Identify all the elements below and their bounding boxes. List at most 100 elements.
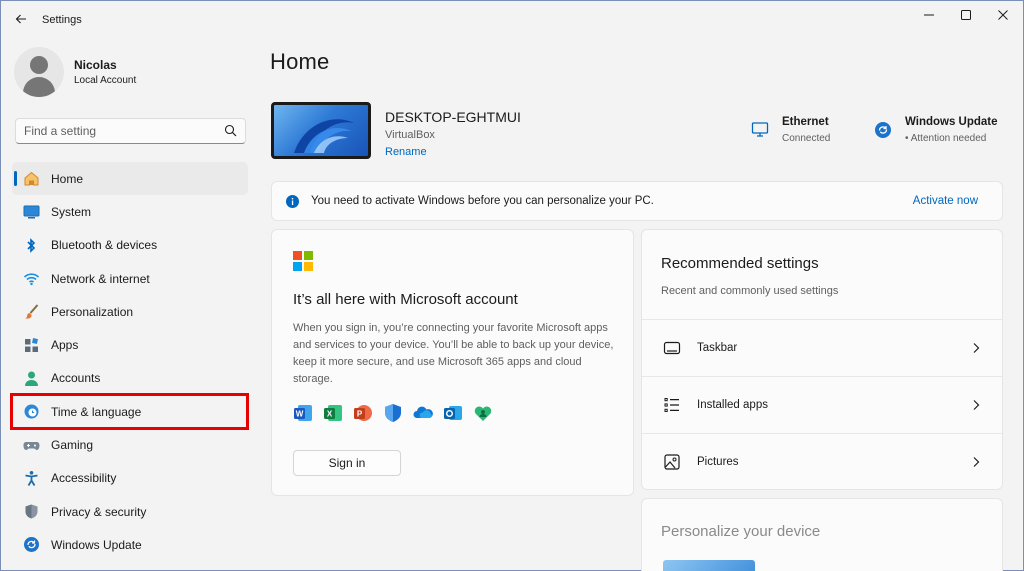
ms-account-title: It’s all here with Microsoft account bbox=[293, 291, 518, 308]
brush-icon bbox=[22, 303, 40, 321]
microsoft-account-card: It’s all here with Microsoft account Whe… bbox=[271, 229, 634, 496]
list-icon bbox=[664, 398, 679, 413]
personalize-title: Personalize your device bbox=[661, 523, 821, 540]
sidebar-item-personalization[interactable]: Personalization bbox=[12, 295, 248, 328]
sidebar-item-label: Bluetooth & devices bbox=[51, 238, 158, 253]
avatar bbox=[14, 47, 64, 97]
wallpaper-thumbnail[interactable] bbox=[663, 560, 755, 571]
chevron-right-icon bbox=[973, 457, 980, 467]
chevron-right-icon bbox=[973, 400, 980, 410]
windows-update-state: • Attention needed bbox=[905, 133, 987, 144]
info-icon bbox=[286, 195, 299, 211]
minimize-button[interactable] bbox=[913, 4, 945, 26]
sidebar-item-apps[interactable]: Apps bbox=[12, 328, 248, 361]
activate-now-link[interactable]: Activate now bbox=[913, 195, 978, 207]
activation-banner: You need to activate Windows before you … bbox=[271, 181, 1003, 221]
close-icon bbox=[998, 10, 1008, 20]
recommended-item-label: Installed apps bbox=[697, 399, 768, 411]
word-icon: W bbox=[294, 405, 312, 421]
recommended-settings-card: Recommended settings Recent and commonly… bbox=[641, 229, 1003, 490]
windows-update-title: Windows Update bbox=[905, 116, 998, 128]
recommended-item-taskbar[interactable]: Taskbar bbox=[642, 319, 1002, 376]
sidebar-item-privacy[interactable]: Privacy & security bbox=[12, 495, 248, 528]
chevron-right-icon bbox=[973, 343, 980, 353]
user-profile[interactable]: Nicolas Local Account bbox=[14, 47, 136, 97]
recommended-item-pictures[interactable]: Pictures bbox=[642, 433, 1002, 490]
home-icon bbox=[22, 170, 40, 188]
sidebar-item-network[interactable]: Network & internet bbox=[12, 262, 248, 295]
search-icon[interactable] bbox=[224, 124, 237, 140]
maximize-icon bbox=[961, 10, 971, 20]
profile-account-type: Local Account bbox=[74, 75, 137, 86]
device-name: DESKTOP-EGHTMUI bbox=[385, 109, 521, 125]
sidebar-item-label: Apps bbox=[51, 338, 79, 353]
sidebar-item-gaming[interactable]: Gaming bbox=[12, 428, 248, 461]
rename-link[interactable]: Rename bbox=[385, 146, 427, 158]
maximize-button[interactable] bbox=[950, 4, 982, 26]
recommended-title: Recommended settings bbox=[661, 255, 819, 272]
sidebar-item-label: Home bbox=[51, 171, 84, 186]
sidebar-item-label: Privacy & security bbox=[51, 504, 147, 519]
defender-icon bbox=[385, 404, 401, 422]
ethernet-icon bbox=[751, 121, 769, 142]
update-icon bbox=[874, 121, 892, 142]
device-model: VirtualBox bbox=[385, 129, 435, 141]
sidebar-item-system[interactable]: System bbox=[12, 195, 248, 228]
taskbar-icon bbox=[663, 341, 681, 355]
sidebar-item-accounts[interactable]: Accounts bbox=[12, 362, 248, 395]
sidebar-item-label: Time & language bbox=[51, 404, 142, 419]
profile-name: Nicolas bbox=[74, 58, 117, 72]
accessibility-icon bbox=[22, 469, 40, 487]
device-thumbnail bbox=[271, 102, 371, 159]
search-input[interactable] bbox=[16, 119, 221, 143]
outlook-icon bbox=[444, 406, 462, 420]
sidebar-item-label: Windows Update bbox=[51, 537, 142, 552]
activation-message: You need to activate Windows before you … bbox=[311, 195, 654, 207]
family-icon bbox=[474, 406, 492, 421]
ethernet-status[interactable]: Ethernet Connected bbox=[751, 116, 830, 144]
app-icons-row: W X P bbox=[293, 403, 503, 423]
personalize-card: Personalize your device bbox=[641, 498, 1003, 571]
sidebar-item-home[interactable]: Home bbox=[12, 162, 248, 196]
recommended-item-label: Pictures bbox=[697, 456, 739, 468]
svg-text:P: P bbox=[357, 410, 363, 419]
sidebar-item-label: Personalization bbox=[51, 304, 134, 319]
picture-icon bbox=[664, 454, 680, 470]
onedrive-icon bbox=[413, 406, 433, 418]
sign-in-button[interactable]: Sign in bbox=[293, 450, 401, 476]
close-button[interactable] bbox=[987, 4, 1019, 26]
page-title: Home bbox=[270, 49, 330, 74]
bluetooth-icon bbox=[22, 236, 40, 254]
sidebar-nav: Home System Bluetooth & devices Network … bbox=[12, 162, 248, 562]
person-icon bbox=[22, 369, 40, 387]
ms-account-description: When you sign in, you’re connecting your… bbox=[293, 322, 614, 385]
gamepad-icon bbox=[22, 436, 40, 454]
back-arrow-icon bbox=[15, 14, 26, 24]
shield-icon bbox=[22, 503, 40, 521]
globe-clock-icon bbox=[22, 403, 40, 421]
ethernet-state: Connected bbox=[782, 133, 831, 144]
system-icon bbox=[22, 203, 40, 221]
back-button[interactable] bbox=[12, 10, 30, 28]
sidebar-item-time-language[interactable]: Time & language bbox=[12, 395, 248, 428]
search-box bbox=[15, 118, 246, 144]
recommended-subtitle: Recent and commonly used settings bbox=[661, 285, 839, 297]
microsoft-logo-icon bbox=[293, 251, 313, 271]
sidebar-item-accessibility[interactable]: Accessibility bbox=[12, 462, 248, 495]
title-bar: Settings bbox=[0, 0, 1024, 36]
sidebar-item-label: Accounts bbox=[51, 371, 101, 386]
sidebar-item-label: Gaming bbox=[51, 438, 94, 453]
ethernet-title: Ethernet bbox=[782, 116, 829, 128]
recommended-item-label: Taskbar bbox=[697, 342, 738, 354]
sidebar-item-label: Accessibility bbox=[51, 471, 117, 486]
update-icon bbox=[22, 536, 40, 554]
windows-update-status[interactable]: Windows Update • Attention needed bbox=[874, 116, 998, 144]
sidebar-item-label: System bbox=[51, 204, 92, 219]
sidebar-item-label: Network & internet bbox=[51, 271, 150, 286]
sidebar-item-windows-update[interactable]: Windows Update bbox=[12, 528, 248, 561]
powerpoint-icon: P bbox=[354, 405, 372, 421]
excel-icon: X bbox=[324, 405, 342, 421]
sidebar-item-bluetooth[interactable]: Bluetooth & devices bbox=[12, 229, 248, 262]
minimize-icon bbox=[924, 14, 934, 16]
recommended-item-installed-apps[interactable]: Installed apps bbox=[642, 376, 1002, 433]
